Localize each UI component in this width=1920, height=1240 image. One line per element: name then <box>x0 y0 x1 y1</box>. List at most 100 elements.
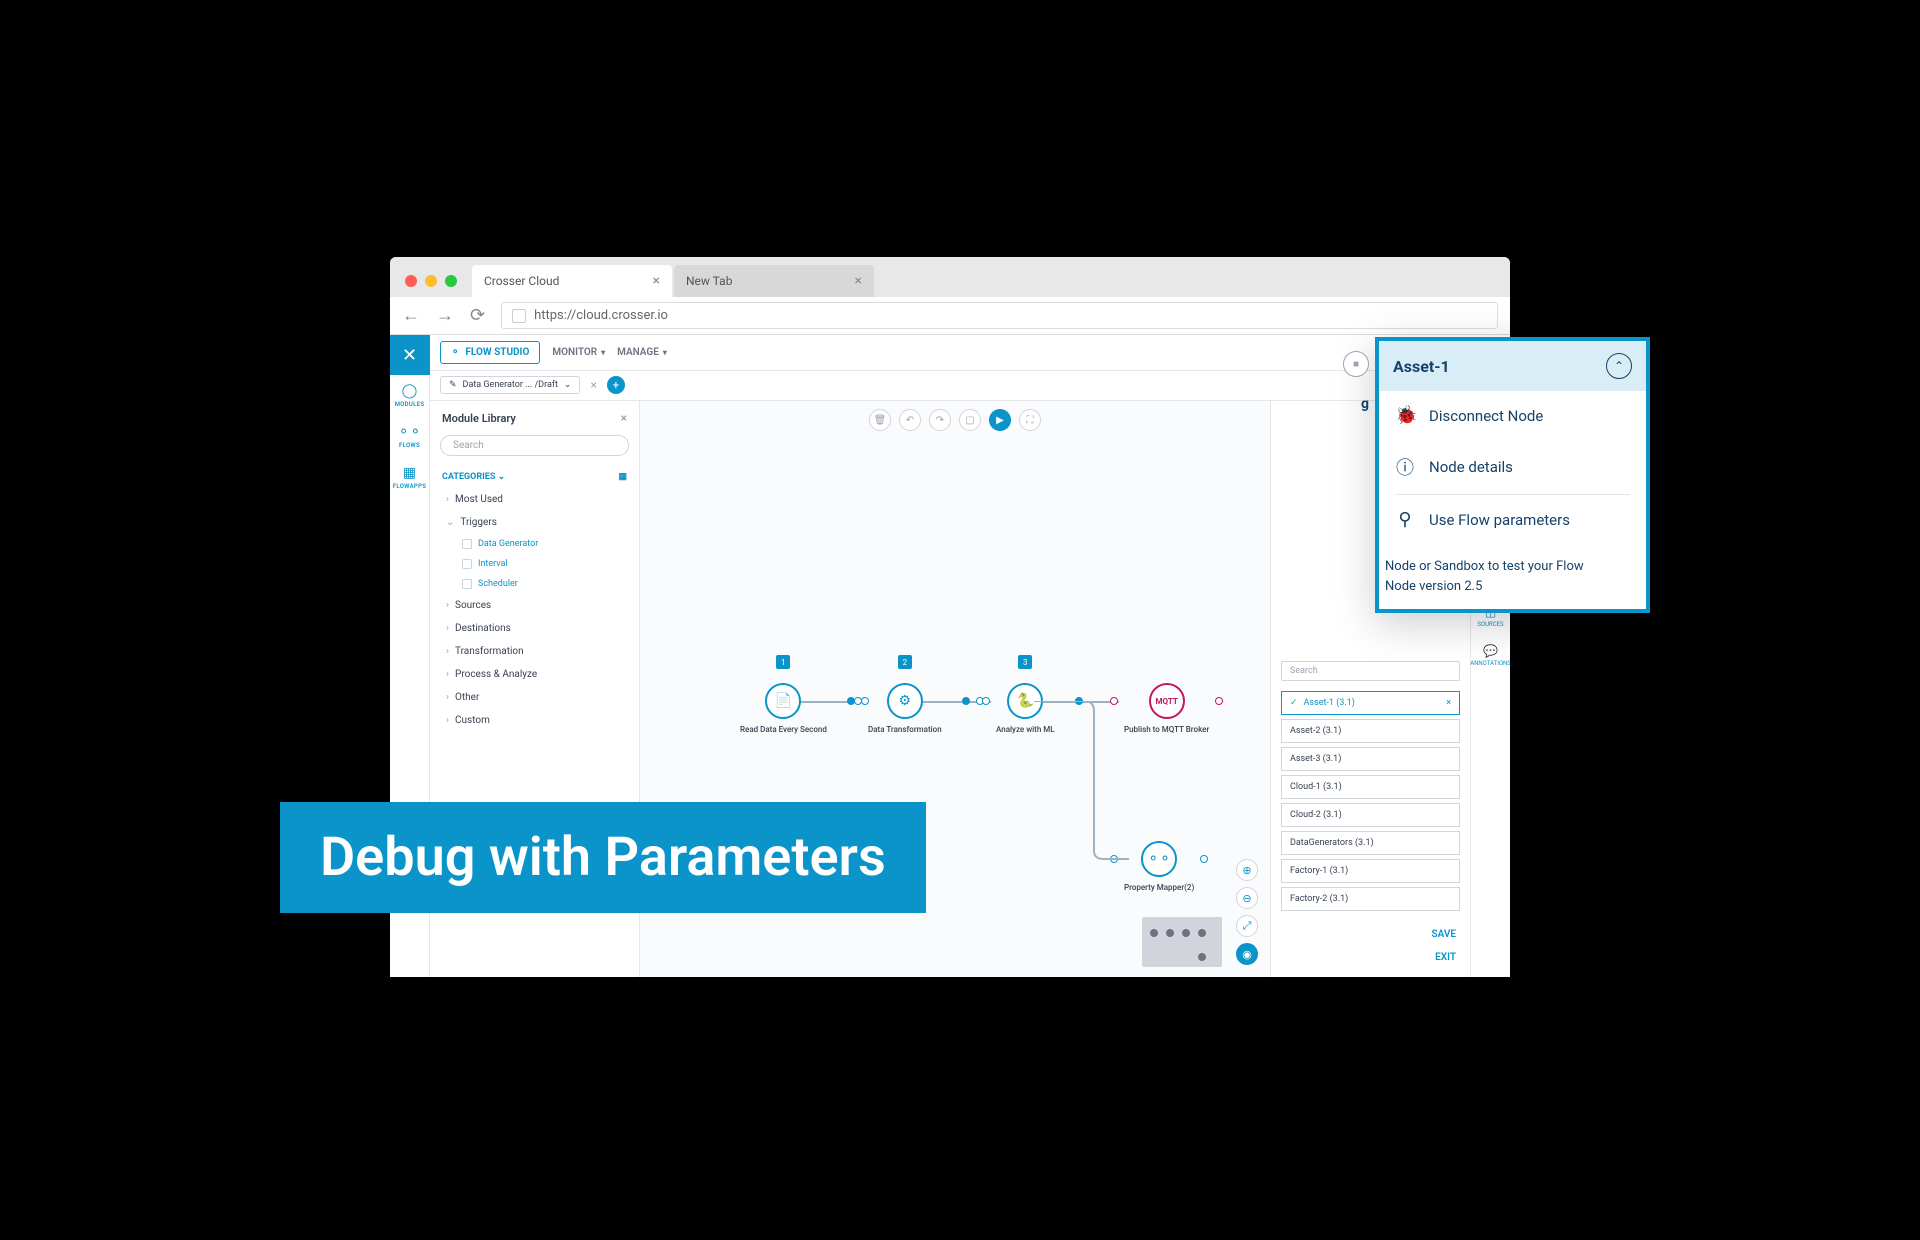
info-icon: ⓘ <box>1395 454 1415 480</box>
url-text: https://cloud.crosser.io <box>534 308 668 323</box>
rail-flows[interactable]: ⚬⚬ FLOWS <box>390 416 430 457</box>
flow-studio-button[interactable]: ⚬ FLOW STUDIO <box>440 341 540 364</box>
mqtt-icon: MQTT <box>1155 697 1177 706</box>
asset-item-6[interactable]: DataGenerators (3.1) <box>1281 831 1460 855</box>
node-badge: 1 <box>776 655 790 669</box>
gear-icon: ⚙ <box>899 693 912 709</box>
breadcrumb[interactable]: ✎ Data Generator ... /Draft ⌄ <box>440 376 580 394</box>
node-property-mapper[interactable]: ⚬⚬ Property Mapper(2) <box>1124 841 1194 892</box>
use-flow-parameters-item[interactable]: ⚲ Use Flow parameters <box>1379 495 1646 544</box>
node-details-item[interactable]: ⓘ Node details <box>1379 440 1646 494</box>
fit-button[interactable]: ⤢ <box>1236 915 1258 937</box>
cat-most-used[interactable]: Most Used <box>430 488 639 511</box>
exit-button[interactable]: EXIT <box>1435 952 1456 963</box>
zoom-in-button[interactable]: ⊕ <box>1236 859 1258 881</box>
node-version: Node version 2.5 <box>1385 579 1646 594</box>
modules-icon: ◯ <box>402 383 418 399</box>
url-input[interactable]: https://cloud.crosser.io <box>501 302 1498 329</box>
rail-flowapps[interactable]: ▦ FLOWAPPS <box>390 457 430 498</box>
minimap[interactable] <box>1142 917 1222 967</box>
tab-crosser[interactable]: Crosser Cloud × <box>472 265 672 297</box>
asset-item-7[interactable]: Factory-1 (3.1) <box>1281 859 1460 883</box>
center-button[interactable]: ◉ <box>1236 943 1258 965</box>
edit-icon: ✎ <box>449 380 457 390</box>
mapper-icon: ⚬⚬ <box>1147 851 1170 867</box>
trigger-scheduler[interactable]: Scheduler <box>430 574 639 594</box>
save-button[interactable]: SAVE <box>1431 929 1456 940</box>
popover-title: Asset-1 <box>1393 357 1450 376</box>
close-icon[interactable]: × <box>653 273 660 289</box>
monitor-menu[interactable]: MONITOR <box>552 347 605 358</box>
zoom-out-button[interactable]: ⊖ <box>1236 887 1258 909</box>
cat-destinations[interactable]: Destinations <box>430 617 639 640</box>
run-button[interactable]: ▶ <box>989 409 1011 431</box>
delete-button[interactable]: 🗑 <box>869 409 891 431</box>
cat-sources[interactable]: Sources <box>430 594 639 617</box>
chevron-up-icon[interactable]: ⌃ <box>1606 353 1632 379</box>
tab-label: Crosser Cloud <box>484 274 559 288</box>
asset-item-8[interactable]: Factory-2 (3.1) <box>1281 887 1460 911</box>
rail-modules[interactable]: ◯ MODULES <box>390 375 430 416</box>
module-icon <box>462 559 472 569</box>
close-icon[interactable]: × <box>1446 698 1451 708</box>
node-read-data[interactable]: 1 📄 Read Data Every Second <box>740 683 827 734</box>
wire-branch <box>1034 701 1129 861</box>
grid-icon[interactable]: ▦ <box>618 472 627 482</box>
node-badge: 3 <box>1018 655 1032 669</box>
undo-button[interactable]: ↶ <box>899 409 921 431</box>
reload-icon[interactable]: ⟳ <box>470 305 485 326</box>
tab-new[interactable]: New Tab × <box>674 265 874 297</box>
cat-custom[interactable]: Custom <box>430 709 639 732</box>
tab-label: New Tab <box>686 274 732 288</box>
module-icon <box>462 579 472 589</box>
sliders-icon: ⚲ <box>1395 509 1415 530</box>
page-icon <box>512 309 526 323</box>
cat-triggers[interactable]: Triggers <box>430 511 639 534</box>
banner-title: Debug with Parameters <box>280 802 926 913</box>
window-max-icon[interactable] <box>445 275 457 287</box>
flow-studio-icon: ⚬ <box>451 347 459 358</box>
node-transform[interactable]: 2 ⚙ Data Transformation <box>868 683 942 734</box>
module-search-input[interactable]: Search <box>440 435 629 456</box>
back-icon[interactable]: ← <box>402 305 420 326</box>
comment-button[interactable]: ▢ <box>959 409 981 431</box>
popover-hint: Node or Sandbox to test your Flow <box>1385 559 1646 574</box>
cat-other[interactable]: Other <box>430 686 639 709</box>
window-close-icon[interactable] <box>405 275 417 287</box>
flows-icon: ⚬⚬ <box>398 424 421 440</box>
tab-strip: Crosser Cloud × New Tab × <box>390 257 1510 297</box>
python-icon: 🐍 <box>1017 693 1034 709</box>
rail-annotations[interactable]: 💬ANNOTATIONS <box>1470 636 1510 675</box>
categories-header[interactable]: CATEGORIES ⌄ <box>442 472 505 482</box>
manage-menu[interactable]: MANAGE <box>617 347 667 358</box>
close-icon[interactable]: × <box>621 411 627 425</box>
check-icon: ✓ <box>1290 698 1298 708</box>
stop-button[interactable]: ■ <box>1343 351 1369 377</box>
add-flow-button[interactable]: + <box>607 376 625 394</box>
close-icon[interactable]: × <box>590 378 596 392</box>
g-label: g <box>1361 396 1369 412</box>
window-min-icon[interactable] <box>425 275 437 287</box>
module-icon <box>462 539 472 549</box>
asset-item-1[interactable]: ✓Asset-1 (3.1)× <box>1281 691 1460 715</box>
asset-item-2[interactable]: Asset-2 (3.1) <box>1281 719 1460 743</box>
document-icon: 📄 <box>775 693 792 709</box>
fullscreen-button[interactable]: ⛶ <box>1019 409 1041 431</box>
redo-button[interactable]: ↷ <box>929 409 951 431</box>
cat-transformation[interactable]: Transformation <box>430 640 639 663</box>
asset-item-3[interactable]: Asset-3 (3.1) <box>1281 747 1460 771</box>
panel-title: Module Library <box>442 412 516 425</box>
close-icon[interactable]: × <box>855 273 862 289</box>
forward-icon[interactable]: → <box>436 305 454 326</box>
trigger-interval[interactable]: Interval <box>430 554 639 574</box>
asset-search-input[interactable]: Search <box>1281 661 1460 681</box>
asset-popover: ■ g Asset-1 ⌃ 🐞 Disconnect Node ⓘ Node d… <box>1375 337 1650 613</box>
trigger-data-generator[interactable]: Data Generator <box>430 534 639 554</box>
asset-item-4[interactable]: Cloud-1 (3.1) <box>1281 775 1460 799</box>
cat-process[interactable]: Process & Analyze <box>430 663 639 686</box>
asset-item-5[interactable]: Cloud-2 (3.1) <box>1281 803 1460 827</box>
app-logo-icon[interactable]: ✕ <box>390 335 430 375</box>
node-mqtt-publish[interactable]: MQTT Publish to MQTT Broker <box>1124 683 1209 734</box>
disconnect-node-item[interactable]: 🐞 Disconnect Node <box>1379 391 1646 440</box>
breadcrumb-bar: ✎ Data Generator ... /Draft ⌄ × + <box>430 371 1510 401</box>
